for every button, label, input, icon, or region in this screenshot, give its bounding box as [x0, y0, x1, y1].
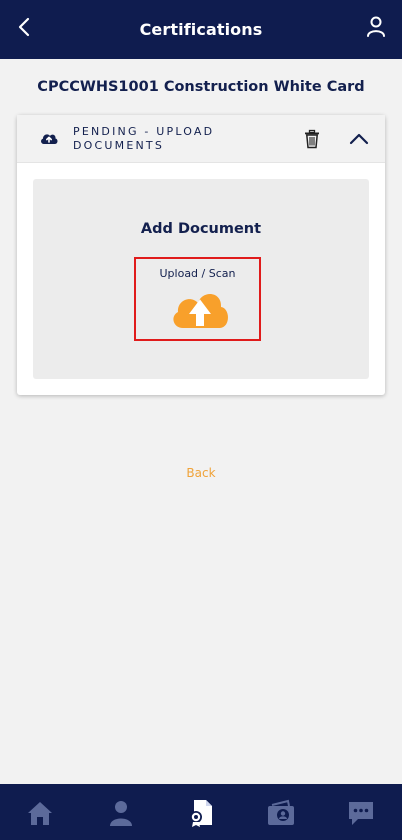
upload-scan-label: Upload / Scan: [159, 267, 236, 280]
profile-icon[interactable]: [106, 798, 136, 828]
cloud-upload-icon: [41, 134, 58, 144]
trash-icon[interactable]: [303, 129, 321, 149]
certification-card: PENDING - UPLOAD DOCUMENTS Add Document …: [17, 115, 385, 395]
certificate-document-icon[interactable]: [186, 798, 216, 828]
user-icon[interactable]: [364, 14, 388, 38]
add-document-title: Add Document: [140, 221, 262, 237]
bottom-nav: [0, 784, 402, 840]
card-header[interactable]: PENDING - UPLOAD DOCUMENTS: [17, 115, 385, 163]
chat-icon[interactable]: [346, 798, 376, 828]
chevron-up-icon[interactable]: [348, 129, 370, 149]
app-header: Certifications: [0, 0, 402, 59]
status-label: PENDING - UPLOAD DOCUMENTS: [73, 125, 263, 153]
status-line-1: PENDING - UPLOAD: [73, 125, 215, 138]
back-link[interactable]: Back: [0, 466, 402, 480]
course-title: CPCCWHS1001 Construction White Card: [37, 79, 365, 95]
status-line-2: DOCUMENTS: [73, 139, 165, 152]
chevron-left-icon[interactable]: [14, 16, 36, 38]
upload-scan-button[interactable]: Upload / Scan: [134, 257, 261, 341]
document-panel: Add Document Upload / Scan: [33, 179, 369, 379]
home-icon[interactable]: [25, 798, 55, 828]
wallet-card-icon[interactable]: [266, 798, 296, 828]
page-title: Certifications: [139, 20, 263, 39]
cloud-upload-icon: [173, 294, 228, 328]
